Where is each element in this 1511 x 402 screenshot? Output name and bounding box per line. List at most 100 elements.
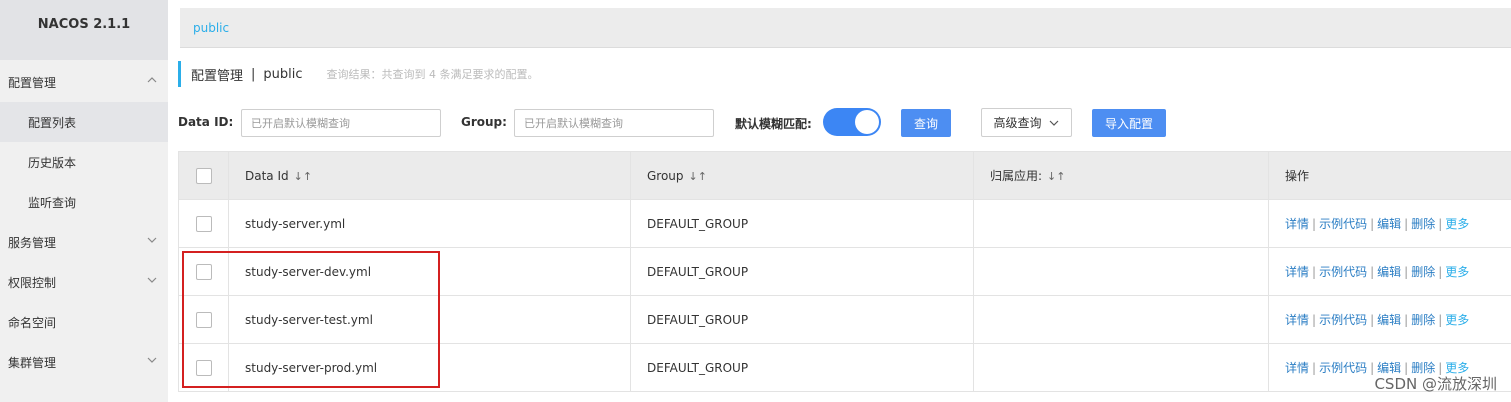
page-title: 配置管理 xyxy=(191,68,244,84)
action-sample-code[interactable]: 示例代码 xyxy=(1319,265,1367,279)
advanced-search-button[interactable]: 高级查询 xyxy=(981,108,1072,137)
column-header-label: Group xyxy=(647,168,684,183)
sidebar-item-label: 历史版本 xyxy=(28,155,77,170)
column-header-data-id[interactable]: Data Id ↓↑ xyxy=(228,151,631,200)
action-detail[interactable]: 详情 xyxy=(1285,313,1309,327)
advanced-search-label: 高级查询 xyxy=(993,116,1042,130)
namespace-link-public[interactable]: public xyxy=(193,21,229,35)
data-id-input[interactable]: 已开启默认模糊查询 xyxy=(241,109,441,137)
cell-app xyxy=(973,247,1269,296)
cell-app xyxy=(973,199,1269,248)
row-checkbox[interactable] xyxy=(195,215,212,232)
table-header-row: Data Id ↓↑ Group ↓↑ 归属应用: ↓↑ 操作 xyxy=(178,151,1511,200)
sidebar-item-history[interactable]: 历史版本 xyxy=(0,142,168,182)
sidebar-item-service-management[interactable]: 服务管理 xyxy=(0,222,168,262)
title-separator: | xyxy=(251,66,256,82)
action-detail[interactable]: 详情 xyxy=(1285,265,1309,279)
cell-actions: 详情 | 示例代码 | 编辑 | 删除 | 更多 xyxy=(1268,247,1511,296)
filter-bar: Data ID: 已开启默认模糊查询 Group: 已开启默认模糊查询 默认模糊… xyxy=(178,108,1511,138)
table-row: study-server-test.yml DEFAULT_GROUP 详情 | 示… xyxy=(178,295,1511,344)
chevron-down-icon xyxy=(147,277,157,283)
toggle-knob xyxy=(855,110,879,134)
action-detail[interactable]: 详情 xyxy=(1285,361,1309,375)
sidebar-item-config-list[interactable]: 配置列表 xyxy=(0,102,168,142)
action-more[interactable]: 更多 xyxy=(1445,217,1469,231)
cell-data-id: study-server.yml xyxy=(228,199,631,248)
row-checkbox[interactable] xyxy=(195,263,212,280)
cell-data-id: study-server-prod.yml xyxy=(228,343,631,392)
action-delete[interactable]: 删除 xyxy=(1411,265,1435,279)
column-header-label: 归属应用: xyxy=(990,169,1043,183)
cell-group: DEFAULT_GROUP xyxy=(630,199,974,248)
table-row: study-server-dev.yml DEFAULT_GROUP 详情 | 示例… xyxy=(178,247,1511,296)
action-more[interactable]: 更多 xyxy=(1445,313,1469,327)
chevron-down-icon xyxy=(1049,120,1058,126)
sidebar-item-config-management[interactable]: 配置管理 xyxy=(0,62,168,102)
cell-data-id: study-server-test.yml xyxy=(228,295,631,344)
sort-icon[interactable]: ↓↑ xyxy=(689,170,707,183)
fuzzy-match-toggle[interactable] xyxy=(823,108,881,136)
current-namespace: public xyxy=(263,66,303,82)
sidebar-item-listener-query[interactable]: 监听查询 xyxy=(0,182,168,222)
header-checkbox-cell xyxy=(178,151,229,200)
chevron-up-icon xyxy=(147,77,157,83)
column-header-label: 操作 xyxy=(1285,169,1310,183)
cell-app xyxy=(973,343,1269,392)
app-logo: NACOS 2.1.1 xyxy=(0,0,168,60)
row-checkbox[interactable] xyxy=(195,311,212,328)
sort-icon[interactable]: ↓↑ xyxy=(294,170,312,183)
row-checkbox-cell xyxy=(178,199,229,248)
cell-group: DEFAULT_GROUP xyxy=(630,295,974,344)
group-label: Group: xyxy=(461,115,507,129)
query-result-hint: 查询结果：共查询到 4 条满足要求的配置。 xyxy=(326,68,539,81)
sidebar-item-label: 配置列表 xyxy=(28,115,77,130)
action-edit[interactable]: 编辑 xyxy=(1377,313,1401,327)
column-header-group[interactable]: Group ↓↑ xyxy=(630,151,974,200)
sidebar-item-cluster-management[interactable]: 集群管理 xyxy=(0,342,168,382)
action-delete[interactable]: 删除 xyxy=(1411,217,1435,231)
main-content: public 配置管理 | public 查询结果：共查询到 4 条满足要求的配… xyxy=(168,0,1511,402)
action-edit[interactable]: 编辑 xyxy=(1377,217,1401,231)
page-title-bar: 配置管理 | public 查询结果：共查询到 4 条满足要求的配置。 xyxy=(178,61,539,87)
action-sample-code[interactable]: 示例代码 xyxy=(1319,217,1367,231)
action-sample-code[interactable]: 示例代码 xyxy=(1319,361,1367,375)
row-checkbox-cell xyxy=(178,247,229,296)
column-header-actions: 操作 xyxy=(1268,151,1511,200)
action-delete[interactable]: 删除 xyxy=(1411,313,1435,327)
cell-actions: 详情 | 示例代码 | 编辑 | 删除 | 更多 xyxy=(1268,199,1511,248)
sidebar-item-namespace[interactable]: 命名空间 xyxy=(0,302,168,342)
table-row: study-server-prod.yml DEFAULT_GROUP 详情 | 示… xyxy=(178,343,1511,392)
namespace-bar: public xyxy=(180,8,1511,48)
group-input[interactable]: 已开启默认模糊查询 xyxy=(514,109,714,137)
sidebar-item-access-control[interactable]: 权限控制 xyxy=(0,262,168,302)
cell-app xyxy=(973,295,1269,344)
sidebar-item-label: 集群管理 xyxy=(8,355,57,370)
cell-data-id: study-server-dev.yml xyxy=(228,247,631,296)
cell-group: DEFAULT_GROUP xyxy=(630,343,974,392)
chevron-down-icon xyxy=(147,237,157,243)
sidebar: NACOS 2.1.1 配置管理 配置列表 历史版本 监听查询 服务管理 权限控… xyxy=(0,0,168,402)
row-checkbox[interactable] xyxy=(195,359,212,376)
row-checkbox-cell xyxy=(178,295,229,344)
cell-actions: 详情 | 示例代码 | 编辑 | 删除 | 更多 xyxy=(1268,295,1511,344)
action-detail[interactable]: 详情 xyxy=(1285,217,1309,231)
action-edit[interactable]: 编辑 xyxy=(1377,265,1401,279)
import-config-button[interactable]: 导入配置 xyxy=(1092,109,1166,137)
action-more[interactable]: 更多 xyxy=(1445,265,1469,279)
sort-icon[interactable]: ↓↑ xyxy=(1047,170,1065,183)
sidebar-item-label: 配置管理 xyxy=(8,75,57,90)
cell-group: DEFAULT_GROUP xyxy=(630,247,974,296)
sidebar-item-label: 权限控制 xyxy=(8,275,57,290)
sidebar-item-label: 服务管理 xyxy=(8,235,57,250)
watermark: CSDN @流放深圳 xyxy=(1374,375,1497,393)
search-button[interactable]: 查询 xyxy=(901,109,951,137)
column-header-label: Data Id xyxy=(245,168,289,183)
select-all-checkbox[interactable] xyxy=(195,167,212,184)
column-header-app[interactable]: 归属应用: ↓↑ xyxy=(973,151,1269,200)
config-table: Data Id ↓↑ Group ↓↑ 归属应用: ↓↑ 操作 study-serve… xyxy=(178,151,1511,392)
sidebar-item-label: 监听查询 xyxy=(28,195,77,210)
fuzzy-match-label: 默认模糊匹配: xyxy=(735,117,812,131)
data-id-label: Data ID: xyxy=(178,115,234,129)
sidebar-item-label: 命名空间 xyxy=(8,315,57,330)
action-sample-code[interactable]: 示例代码 xyxy=(1319,313,1367,327)
